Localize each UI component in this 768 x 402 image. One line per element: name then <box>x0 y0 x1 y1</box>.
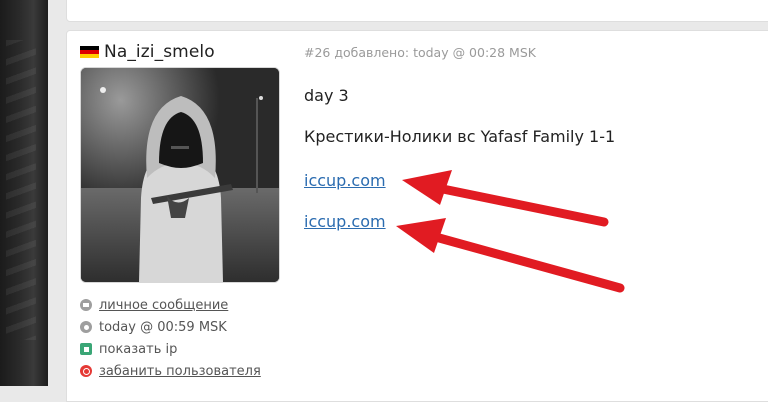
iccup-link-1[interactable]: iccup.com <box>304 171 386 190</box>
show-ip-action[interactable]: показать ip <box>80 338 261 360</box>
flag-icon <box>80 343 92 355</box>
last-seen-info: today @ 00:59 MSK <box>80 316 261 338</box>
avatar <box>80 67 280 283</box>
post-line-match: Крестики-Нолики вс Yafasf Family 1-1 <box>304 127 616 146</box>
ban-user-action[interactable]: забанить пользователя <box>80 360 261 382</box>
last-seen-text: today @ 00:59 MSK <box>99 319 227 335</box>
post-author: Na_izi_smelo <box>80 41 215 63</box>
private-message-action[interactable]: личное сообщение <box>80 294 261 316</box>
envelope-icon <box>80 299 92 311</box>
show-ip-text[interactable]: показать ip <box>99 342 177 357</box>
author-actions: личное сообщение today @ 00:59 MSK показ… <box>80 294 261 382</box>
previous-post-panel <box>66 0 768 22</box>
ban-user-link[interactable]: забанить пользователя <box>99 364 261 379</box>
private-message-link[interactable]: личное сообщение <box>99 298 228 313</box>
iccup-link-2[interactable]: iccup.com <box>304 212 386 231</box>
background-side-artwork <box>0 0 48 386</box>
hooded-figure-avatar <box>81 68 279 282</box>
clock-icon <box>80 321 92 333</box>
author-username[interactable]: Na_izi_smelo <box>104 42 215 62</box>
germany-flag-icon <box>80 46 99 58</box>
power-icon <box>80 365 92 377</box>
post-line-day: day 3 <box>304 86 349 105</box>
post-meta: #26 добавлено: today @ 00:28 MSK <box>304 45 536 60</box>
